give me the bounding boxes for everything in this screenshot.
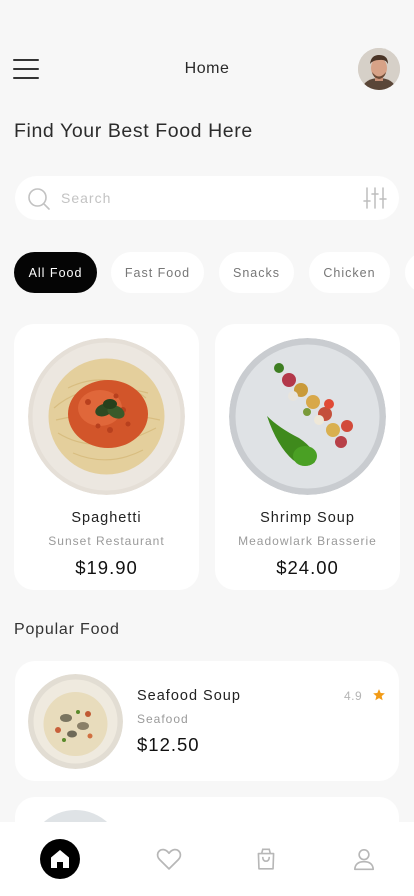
nav-home[interactable] [40, 839, 80, 879]
search-input[interactable] [61, 188, 341, 208]
search-icon [28, 188, 50, 210]
search-bar[interactable] [15, 176, 399, 220]
food-name: Spaghetti [71, 510, 142, 526]
restaurant-name: Sunset Restaurant [48, 534, 165, 548]
chip-more[interactable] [405, 252, 414, 293]
chip-all-food[interactable]: All Food [14, 252, 97, 293]
food-image-shrimp-soup [229, 338, 386, 495]
food-price: $12.50 [137, 734, 200, 755]
food-price: $19.90 [75, 557, 138, 578]
avatar[interactable] [358, 48, 400, 90]
food-category: Seafood [137, 712, 189, 726]
nav-profile[interactable] [344, 839, 384, 879]
top-bar: Home [0, 44, 414, 94]
chip-fast-food[interactable]: Fast Food [111, 252, 204, 293]
rating-value: 4.9 [344, 689, 363, 703]
food-price: $24.00 [276, 557, 339, 578]
shopping-bag-icon [257, 848, 275, 870]
section-title: Popular Food [14, 621, 120, 638]
headline: Find Your Best Food Here [14, 120, 253, 142]
chip-snacks[interactable]: Snacks [219, 252, 294, 293]
star-icon [373, 689, 385, 701]
chip-chicken[interactable]: Chicken [309, 252, 390, 293]
food-name: Shrimp Soup [260, 510, 355, 526]
food-name: Seafood Soup [137, 688, 241, 704]
nav-cart[interactable] [246, 839, 286, 879]
food-image-spaghetti [28, 338, 185, 495]
heart-icon [156, 848, 182, 870]
food-card[interactable]: Shrimp Soup Meadowlark Brasserie $24.00 [215, 324, 400, 590]
user-icon [353, 848, 375, 871]
food-image-seafood-soup [28, 674, 123, 769]
page-title: Home [184, 60, 230, 77]
category-chips: All Food Fast Food Snacks Chicken [14, 252, 414, 294]
nav-favorites[interactable] [149, 839, 189, 879]
bottom-nav [0, 822, 414, 896]
food-card[interactable]: Spaghetti Sunset Restaurant $19.90 [14, 324, 199, 590]
restaurant-name: Meadowlark Brasserie [238, 534, 377, 548]
home-icon [51, 850, 69, 868]
popular-food-item[interactable]: Seafood Soup Seafood $12.50 4.9 [15, 661, 399, 781]
filter-icon[interactable] [363, 186, 387, 210]
